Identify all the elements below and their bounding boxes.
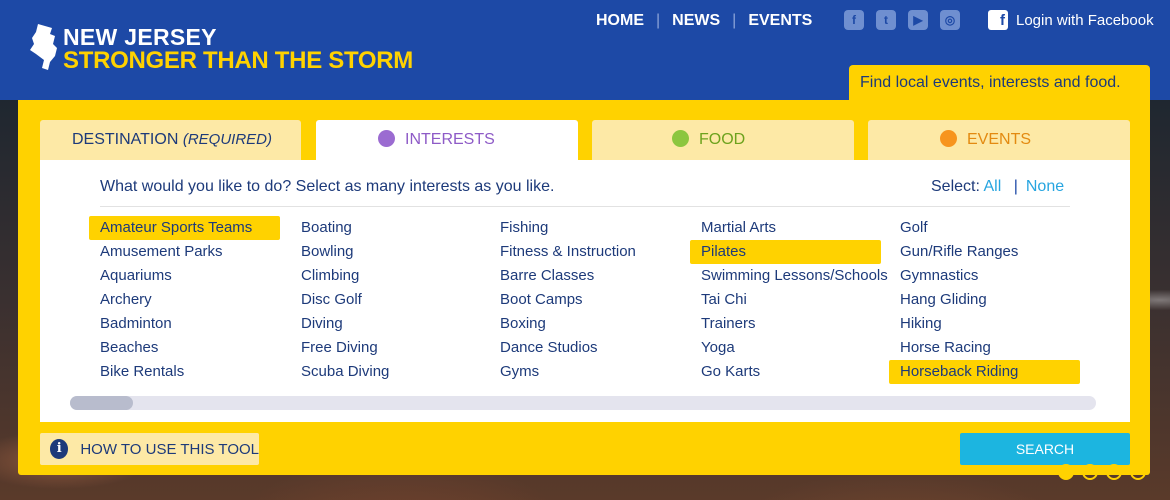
interest-option[interactable]: Scuba Diving	[290, 360, 481, 384]
interests-prompt: What would you like to do? Select as man…	[100, 178, 555, 195]
interest-option[interactable]: Dance Studios	[489, 336, 680, 360]
interest-option[interactable]: Horseback Riding	[889, 360, 1080, 384]
interest-option[interactable]: Beaches	[89, 336, 280, 360]
select-all-none: Select: All | None	[931, 178, 1064, 196]
interest-column: Golf Gun/Rifle Ranges Gymnastics Hang Glidi…	[889, 216, 1089, 384]
interest-column: Boating Bowling Climbing Disc Golf Diving Fre…	[290, 216, 490, 384]
divider	[100, 206, 1070, 207]
tab-destination[interactable]: DESTINATION (REQUIRED)	[40, 120, 301, 160]
facebook-icon[interactable]: f	[844, 10, 864, 30]
interest-option[interactable]: Trainers	[690, 312, 881, 336]
select-none-link[interactable]: None	[1026, 178, 1064, 195]
info-icon: i	[50, 439, 69, 459]
interest-option[interactable]: Badminton	[89, 312, 280, 336]
interest-option[interactable]: Boating	[290, 216, 481, 240]
slide-dot[interactable]	[1106, 464, 1122, 480]
how-to-use-label: HOW TO USE THIS TOOL	[80, 440, 259, 458]
slide-dot[interactable]	[1082, 464, 1098, 480]
interest-option[interactable]: Disc Golf	[290, 288, 481, 312]
interest-column: Fishing Fitness & Instruction Barre Classe…	[489, 216, 689, 384]
interest-option[interactable]: Fishing	[489, 216, 680, 240]
interest-option[interactable]: Aquariums	[89, 264, 280, 288]
tab-events[interactable]: EVENTS	[868, 120, 1130, 160]
tab-destination-label: DESTINATION	[72, 131, 179, 148]
scrollbar-thumb[interactable]	[70, 396, 133, 410]
new-jersey-state-icon	[30, 24, 57, 70]
interest-option[interactable]: Gymnastics	[889, 264, 1080, 288]
interest-option[interactable]: Climbing	[290, 264, 481, 288]
events-dot-icon	[940, 130, 957, 147]
interest-option[interactable]: Archery	[89, 288, 280, 312]
interest-option[interactable]: Tai Chi	[690, 288, 881, 312]
interest-option[interactable]: Hiking	[889, 312, 1080, 336]
interest-option[interactable]: Amusement Parks	[89, 240, 280, 264]
interest-option[interactable]: Boxing	[489, 312, 680, 336]
tab-food[interactable]: FOOD	[592, 120, 854, 160]
interest-option[interactable]: Swimming Lessons/Schools	[690, 264, 888, 288]
interest-option[interactable]: Gun/Rifle Ranges	[889, 240, 1080, 264]
nav-separator: |	[732, 12, 737, 29]
interest-option[interactable]: Hang Gliding	[889, 288, 1080, 312]
select-label: Select:	[931, 178, 980, 195]
slide-indicators	[1058, 464, 1146, 480]
interest-option[interactable]: Golf	[889, 216, 1080, 240]
interest-option[interactable]: Bowling	[290, 240, 481, 264]
tab-food-label: FOOD	[699, 131, 746, 148]
interests-content: What would you like to do? Select as man…	[40, 160, 1130, 422]
youtube-icon[interactable]: ▶	[908, 10, 928, 30]
slide-dot[interactable]	[1058, 464, 1074, 480]
interest-option[interactable]: Barre Classes	[489, 264, 680, 288]
interest-option[interactable]: Go Karts	[690, 360, 881, 384]
nav-events-link[interactable]: EVENTS	[748, 12, 812, 30]
select-separator: |	[1013, 178, 1018, 195]
tab-interests[interactable]: INTERESTS	[316, 120, 578, 160]
interest-option[interactable]: Boot Camps	[489, 288, 680, 312]
interest-option[interactable]: Fitness & Instruction	[489, 240, 680, 264]
interest-option[interactable]: Diving	[290, 312, 481, 336]
interest-option[interactable]: Gyms	[489, 360, 680, 384]
food-dot-icon	[672, 130, 689, 147]
find-local-banner: Find local events, interests and food.	[849, 65, 1150, 101]
search-tool-panel: DESTINATION (REQUIRED) INTERESTS FOOD EV…	[18, 100, 1150, 475]
nav-home-link[interactable]: HOME	[596, 12, 644, 30]
slide-dot[interactable]	[1130, 464, 1146, 480]
nav-news-link[interactable]: NEWS	[672, 12, 720, 30]
interest-option[interactable]: Free Diving	[290, 336, 481, 360]
search-button[interactable]: SEARCH	[960, 433, 1130, 465]
interest-column: Amateur Sports Teams Amusement Parks Aquar…	[89, 216, 289, 384]
interest-option[interactable]: Bike Rentals	[89, 360, 280, 384]
interest-option[interactable]: Amateur Sports Teams	[89, 216, 280, 240]
facebook-logo-icon: f	[988, 10, 1008, 30]
horizontal-scrollbar[interactable]	[70, 396, 1096, 410]
tab-destination-required: (REQUIRED)	[182, 131, 272, 148]
instagram-icon[interactable]: ◎	[940, 10, 960, 30]
how-to-use-button[interactable]: i HOW TO USE THIS TOOL	[40, 433, 259, 465]
brand-tagline: STRONGER THAN THE STORM	[63, 47, 413, 74]
social-links: f t ▶ ◎	[844, 10, 960, 30]
interest-option[interactable]: Martial Arts	[690, 216, 881, 240]
facebook-login-label: Login with Facebook	[1016, 11, 1154, 29]
tab-events-label: EVENTS	[967, 131, 1032, 148]
facebook-login-button[interactable]: f Login with Facebook	[988, 10, 1154, 30]
interest-option[interactable]: Pilates	[690, 240, 881, 264]
interest-option[interactable]: Horse Racing	[889, 336, 1080, 360]
select-all-link[interactable]: All	[983, 178, 1001, 195]
top-navigation: HOME | NEWS | EVENTS	[596, 11, 812, 31]
nav-separator: |	[656, 12, 661, 29]
interests-dot-icon	[378, 130, 395, 147]
interest-column: Martial Arts Pilates Swimming Lessons/Scho…	[690, 216, 890, 384]
twitter-icon[interactable]: t	[876, 10, 896, 30]
tab-interests-label: INTERESTS	[405, 131, 495, 148]
interest-option[interactable]: Yoga	[690, 336, 881, 360]
